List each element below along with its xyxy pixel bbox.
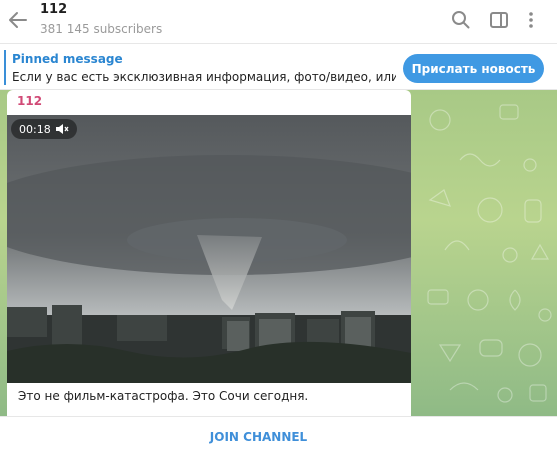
back-arrow-icon[interactable] [6,8,30,32]
subscriber-count: 381 145 subscribers [40,22,163,36]
video-duration-badge[interactable]: 00:18 [11,119,77,139]
video-thumbnail [7,115,411,383]
pinned-accent-bar [4,50,6,85]
chat-area: 112 00:18 Это не фильм-катастрофа. Это С… [0,90,557,416]
chat-header: 112 381 145 subscribers [0,0,557,44]
message-caption: Это не фильм-катастрофа. Это Сочи сегодн… [18,389,309,403]
channel-title[interactable]: 112 [40,2,67,17]
send-news-button[interactable]: Прислать новость [403,54,544,83]
chat-footer: JOIN CHANNEL [0,416,557,456]
message-bubble[interactable]: 112 00:18 Это не фильм-катастрофа. Это С… [7,90,411,416]
video-duration: 00:18 [19,122,51,136]
pinned-label: Pinned message [12,52,123,66]
video-player[interactable]: 00:18 [7,115,411,383]
sidebar-toggle-icon[interactable] [488,9,510,31]
more-vertical-icon[interactable] [520,9,542,31]
mute-icon[interactable] [55,123,69,135]
pinned-text: Если у вас есть эксклюзивная информация,… [12,70,396,84]
search-icon[interactable] [450,9,472,31]
message-author[interactable]: 112 [17,94,42,108]
join-channel-button[interactable]: JOIN CHANNEL [0,417,517,456]
